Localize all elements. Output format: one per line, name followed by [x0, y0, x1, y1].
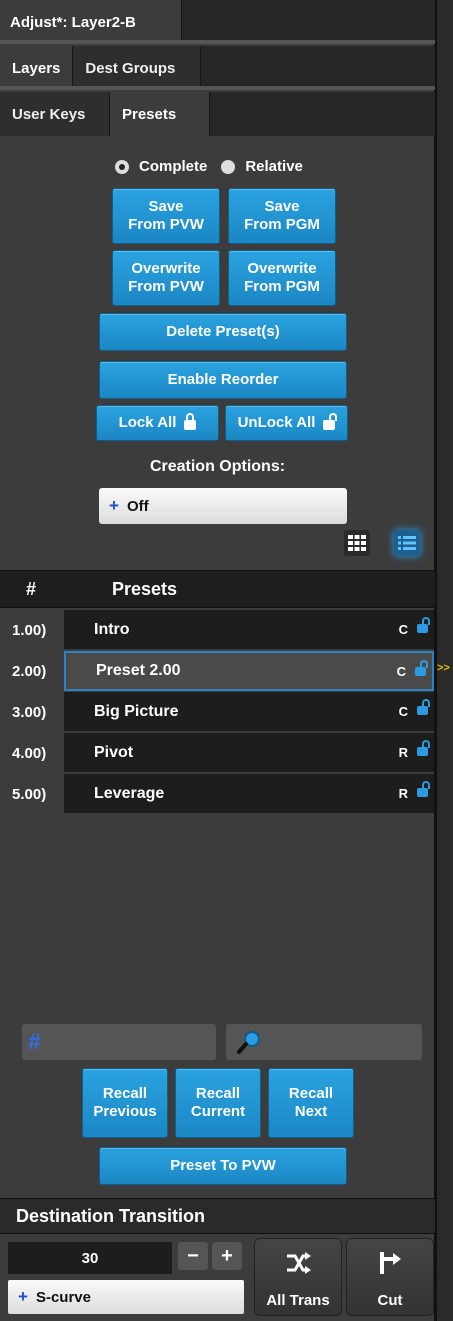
tabrow-filler [201, 46, 435, 90]
tab-adjust-layer[interactable]: Adjust*: Layer2-B [0, 0, 182, 44]
grid-view-button[interactable] [344, 530, 370, 556]
preset-mode: C [396, 663, 406, 679]
preset-name-cell[interactable]: Preset 2.00 C [64, 651, 434, 691]
row-pointer-marker: >> [437, 662, 450, 674]
unlock-icon[interactable] [415, 660, 428, 676]
preset-name: Leverage [94, 784, 165, 802]
recall-next-button[interactable]: Recall Next [268, 1068, 354, 1138]
preset-row[interactable]: 5.00) Leverage R [0, 774, 435, 814]
recall-previous-button[interactable]: Recall Previous [82, 1068, 168, 1138]
transition-rate-value: 30 [81, 1249, 99, 1267]
complete-label: Complete [139, 158, 208, 175]
destination-transition-header: Destination Transition [0, 1198, 435, 1234]
preset-name-cell[interactable]: Intro C [64, 610, 434, 650]
complete-radio[interactable] [115, 159, 129, 174]
tab-user-keys[interactable]: User Keys [0, 92, 110, 136]
tab-presets[interactable]: Presets [110, 92, 210, 136]
list-view-button[interactable] [394, 530, 420, 556]
preset-name: Big Picture [94, 702, 179, 720]
preset-mode: R [398, 786, 408, 801]
column-number-header: # [26, 578, 37, 599]
all-trans-label: All Trans [266, 1292, 330, 1309]
tabrow-separator [0, 40, 435, 44]
unlock-icon[interactable] [417, 740, 430, 756]
presets-panel: Adjust*: Layer2-B Layers Dest Groups Use… [0, 0, 435, 1321]
lock-all-label: Lock All [118, 414, 177, 431]
cut-label: Cut [377, 1292, 403, 1309]
preset-row[interactable]: 3.00) Big Picture C [0, 692, 435, 732]
tabrow-filler [182, 0, 435, 44]
tabrow-1: Layers Dest Groups [0, 46, 435, 90]
preset-mode: C [398, 622, 408, 637]
preset-number: 3.00) [0, 692, 62, 732]
preset-mode: R [398, 745, 408, 760]
enable-reorder-button[interactable]: Enable Reorder [99, 361, 347, 399]
all-trans-button[interactable]: All Trans [254, 1238, 342, 1316]
preset-row[interactable]: 4.00) Pivot R [0, 733, 435, 773]
preset-row-selected[interactable]: 2.00) Preset 2.00 C [0, 651, 435, 691]
delete-presets-button[interactable]: Delete Preset(s) [99, 313, 347, 351]
save-from-pgm-button[interactable]: Save From PGM [228, 188, 336, 244]
recall-current-button[interactable]: Recall Current [175, 1068, 261, 1138]
tabrow-filler [210, 92, 435, 136]
lock-all-button[interactable]: Lock All [96, 405, 219, 441]
tab-layers[interactable]: Layers [0, 46, 74, 90]
preset-list-header: # Presets [0, 570, 435, 608]
preset-name-cell[interactable]: Pivot R [64, 733, 434, 773]
relative-label: Relative [245, 158, 303, 175]
unlock-icon[interactable] [417, 699, 430, 715]
title-tabrow: Adjust*: Layer2-B [0, 0, 435, 44]
overwrite-from-pvw-button[interactable]: Overwrite From PVW [112, 250, 220, 306]
creation-options-value: Off [126, 497, 149, 515]
unlock-all-button[interactable]: UnLock All [225, 405, 348, 441]
preset-number: 1.00) [0, 610, 62, 650]
preset-name-cell[interactable]: Big Picture C [64, 692, 434, 732]
cut-icon [380, 1252, 401, 1274]
save-from-pvw-button[interactable]: Save From PVW [112, 188, 220, 244]
hash-icon: # [28, 1029, 41, 1054]
unlock-all-label: UnLock All [237, 414, 316, 431]
unlock-icon [323, 413, 338, 430]
relative-radio[interactable] [221, 159, 236, 174]
transition-rate-field[interactable]: 30 [8, 1242, 172, 1274]
preset-number: 2.00) [0, 651, 62, 691]
preset-name: Intro [94, 620, 130, 638]
unlock-icon[interactable] [417, 617, 430, 633]
preset-name: Pivot [94, 743, 134, 761]
list-icon [398, 536, 416, 550]
grid-icon [348, 535, 366, 551]
creation-options-label: Creation Options: [149, 458, 286, 475]
transition-curve-dropdown[interactable]: + S-curve [8, 1280, 244, 1314]
plus-icon: + [109, 496, 119, 515]
tabrow-separator [0, 86, 435, 90]
preset-name: Preset 2.00 [96, 662, 181, 679]
preset-mode: C [398, 704, 408, 719]
preset-row[interactable]: 1.00) Intro C [0, 610, 435, 650]
preset-to-pvw-button[interactable]: Preset To PVW [99, 1147, 347, 1185]
column-presets-header: Presets [112, 578, 178, 599]
tabrow-2: User Keys Presets [0, 92, 435, 136]
lock-icon [184, 413, 197, 430]
preset-mode-group: Complete Relative [115, 158, 303, 175]
preset-name-cell[interactable]: Leverage R [64, 774, 434, 814]
transition-curve-value: S-curve [35, 1288, 91, 1306]
creation-options-dropdown[interactable]: + Off [99, 488, 347, 524]
rate-increment-button[interactable]: + [212, 1242, 242, 1270]
preset-number: 5.00) [0, 774, 62, 814]
rate-decrement-button[interactable]: − [178, 1242, 208, 1270]
preset-number-search[interactable]: # [22, 1024, 216, 1060]
tab-dest-groups[interactable]: Dest Groups [73, 46, 202, 90]
unlock-icon[interactable] [417, 781, 430, 797]
plus-icon: + [18, 1287, 28, 1306]
search-icon [237, 1031, 260, 1054]
shuffle-icon [287, 1252, 311, 1274]
cut-button[interactable]: Cut [346, 1238, 434, 1316]
destination-transition-title: Destination Transition [16, 1205, 206, 1226]
preset-number: 4.00) [0, 733, 62, 773]
right-edge-strip: >> [435, 0, 453, 1321]
overwrite-from-pgm-button[interactable]: Overwrite From PGM [228, 250, 336, 306]
preset-name-search[interactable] [226, 1024, 422, 1060]
